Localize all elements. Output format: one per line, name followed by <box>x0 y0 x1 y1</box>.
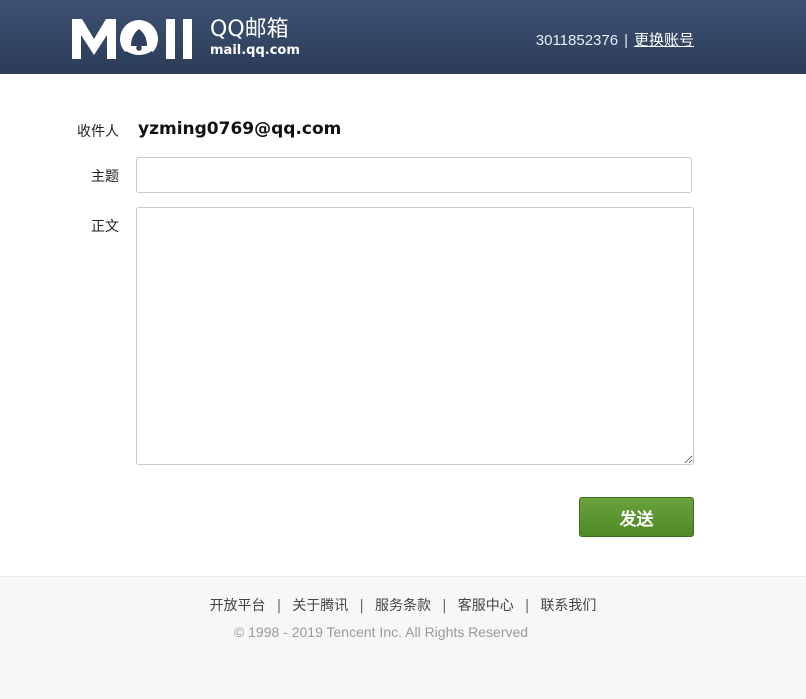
footer-links: 开放平台 | 关于腾讯 | 服务条款 | 客服中心 | 联系我们 <box>0 595 806 615</box>
footer-separator: | <box>524 598 530 614</box>
footer-link-open-platform[interactable]: 开放平台 <box>210 598 266 614</box>
footer-link-about-tencent[interactable]: 关于腾讯 <box>292 598 348 614</box>
qq-mail-logo[interactable]: QQ邮箱 mail.qq.com <box>70 15 300 61</box>
subject-label: 主题 <box>91 169 119 185</box>
logo-text: QQ邮箱 mail.qq.com <box>210 17 300 58</box>
subject-input[interactable] <box>136 157 692 193</box>
footer-link-contact[interactable]: 联系我们 <box>540 598 596 614</box>
copyright: © 1998 - 2019 Tencent Inc. All Rights Re… <box>233 624 529 640</box>
logo-brand: QQ邮箱 <box>210 17 289 42</box>
footer-link-support[interactable]: 客服中心 <box>458 598 514 614</box>
logo-domain: mail.qq.com <box>210 43 300 58</box>
compose-form: 收件人 yzming0769@qq.com 主题 正文 发送 <box>0 74 806 576</box>
recipient-address: yzming0769@qq.com <box>138 119 342 139</box>
footer-link-terms[interactable]: 服务条款 <box>375 598 431 614</box>
switch-account-link[interactable]: 更换账号 <box>634 32 694 49</box>
account-separator: | <box>624 32 628 49</box>
header-bar: QQ邮箱 mail.qq.com 3011852376 | 更换账号 <box>0 0 806 74</box>
footer-separator: | <box>359 598 364 614</box>
send-button[interactable]: 发送 <box>579 497 694 537</box>
account-info: 3011852376 | 更换账号 <box>536 29 694 50</box>
body-textarea[interactable] <box>136 207 694 465</box>
account-number: 3011852376 <box>535 32 619 49</box>
footer-separator: | <box>442 598 447 614</box>
mail-logo-icon <box>72 19 192 60</box>
body-label: 正文 <box>91 219 119 235</box>
footer-separator: | <box>276 598 282 614</box>
footer: 开放平台 | 关于腾讯 | 服务条款 | 客服中心 | 联系我们 © 1998 - 2019 T… <box>0 576 806 699</box>
recipient-label: 收件人 <box>77 124 119 140</box>
